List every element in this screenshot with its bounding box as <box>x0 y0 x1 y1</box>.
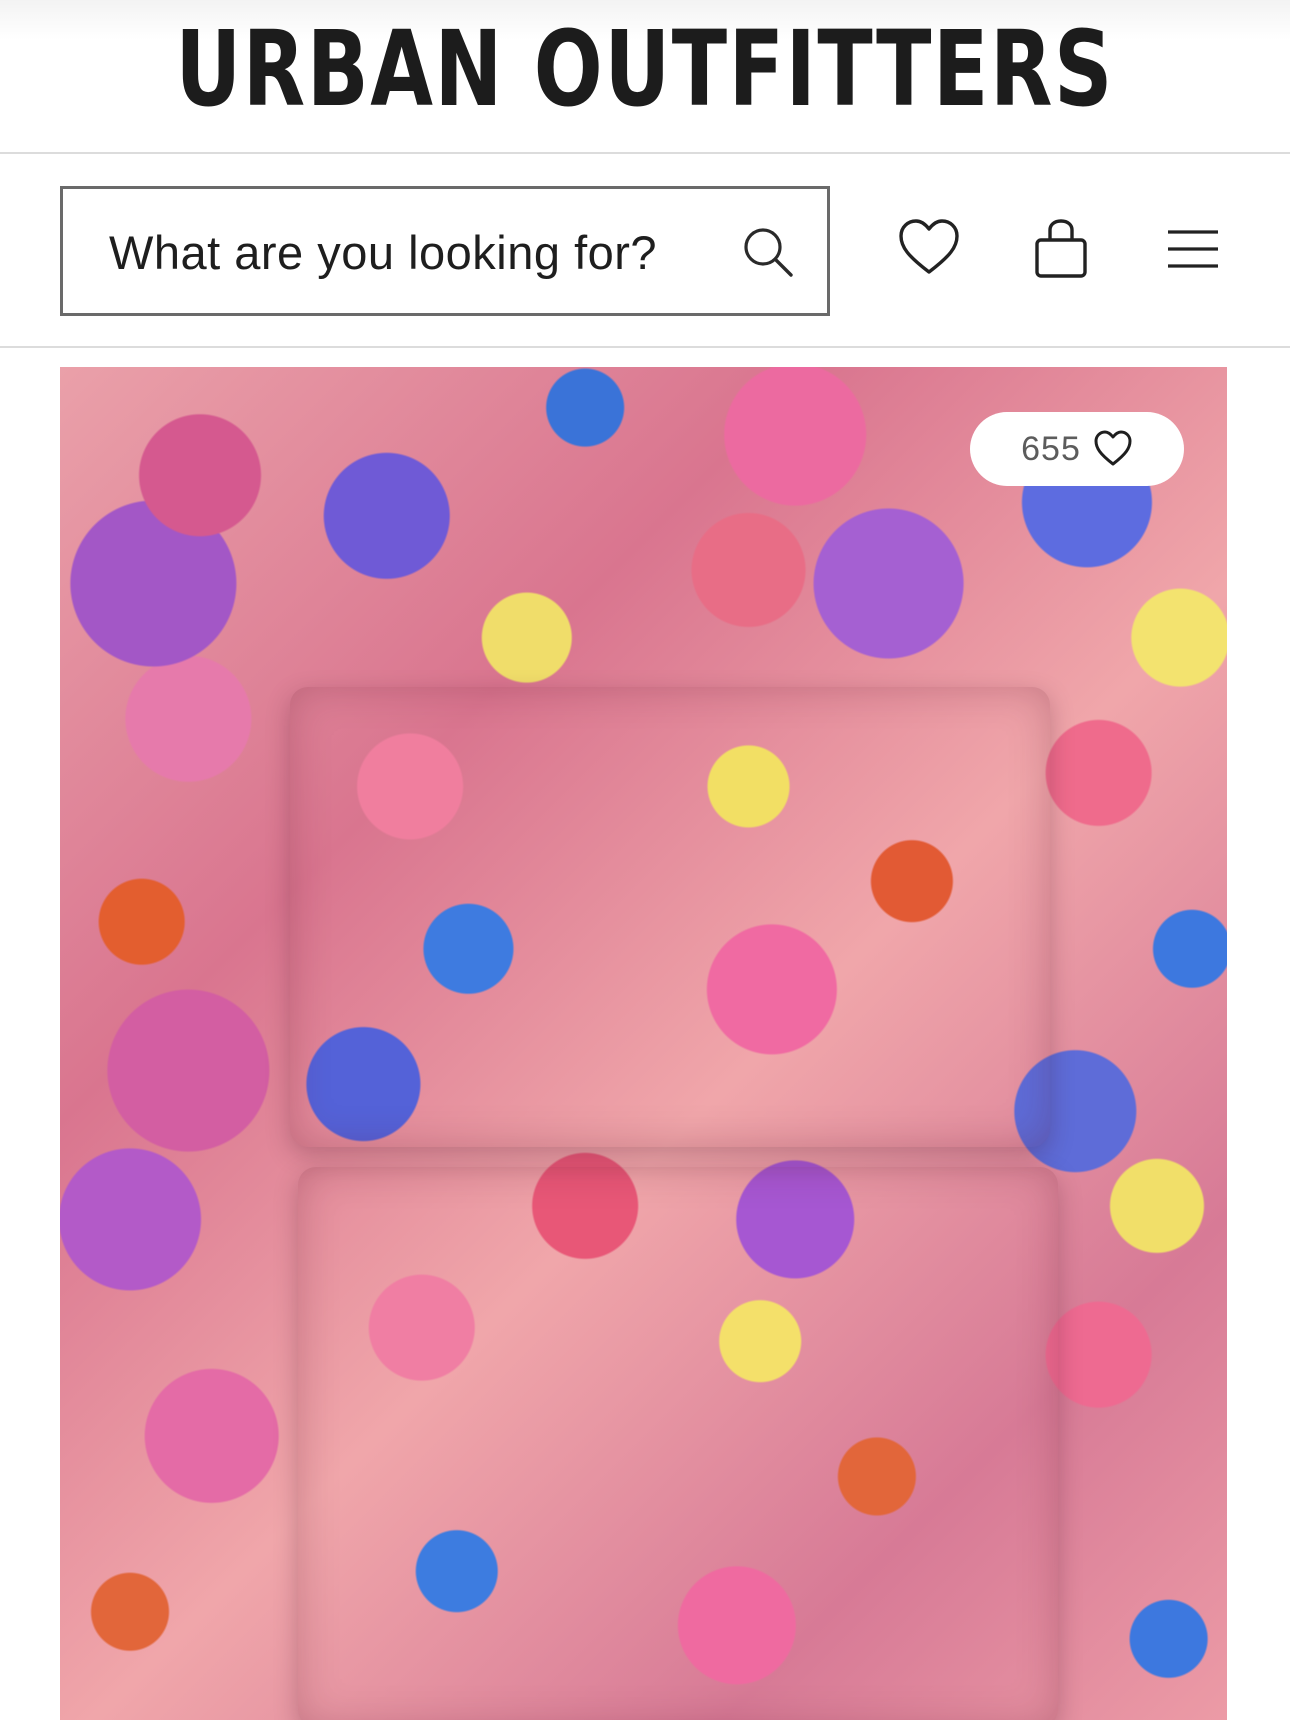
shopping-bag-icon[interactable] <box>1028 216 1094 282</box>
search-icon[interactable] <box>739 223 797 281</box>
brand-logo[interactable]: URBAN OUTFITTERS <box>176 8 1115 130</box>
hamburger-menu-icon[interactable] <box>1160 216 1226 282</box>
nav-bar: What are you looking for? <box>0 154 1290 348</box>
product-page: URBAN OUTFITTERS What are you looking fo… <box>0 0 1290 1720</box>
product-image[interactable]: 655 <box>60 367 1227 1720</box>
heart-icon[interactable] <box>896 216 962 282</box>
heart-icon <box>1094 430 1132 466</box>
site-header: URBAN OUTFITTERS <box>0 0 1290 154</box>
like-count: 655 <box>1021 429 1081 468</box>
search-input[interactable]: What are you looking for? <box>60 186 830 316</box>
pillow-shape <box>290 687 1050 1147</box>
pillow-shape <box>298 1167 1058 1720</box>
search-placeholder: What are you looking for? <box>109 226 658 279</box>
like-button[interactable]: 655 <box>970 412 1184 486</box>
